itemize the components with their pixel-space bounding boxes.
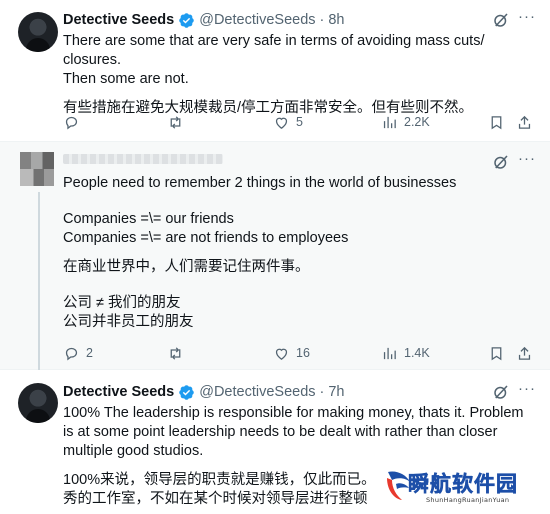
timestamp[interactable]: 7h [328, 384, 344, 400]
grok-icon[interactable] [492, 153, 510, 171]
avatar[interactable] [18, 383, 58, 423]
timestamp[interactable]: 8h [328, 12, 344, 28]
separator-dot: · [319, 12, 325, 28]
retweet-icon [170, 346, 181, 360]
thread-line [38, 192, 40, 370]
tweet-header: Detective Seeds @DetectiveSeeds · 7h [63, 382, 345, 402]
share-button[interactable] [516, 345, 533, 362]
more-options-icon[interactable]: ··· [518, 151, 538, 170]
author-handle[interactable]: @DetectiveSeeds [199, 384, 315, 400]
tweet-paragraph: 100% The leadership is responsible for m… [63, 405, 528, 459]
heart-icon [275, 117, 288, 129]
avatar[interactable] [18, 12, 58, 52]
like-button[interactable]: 16 [273, 345, 310, 362]
watermark-subtitle: ShunHangRuanJianYuan [426, 496, 510, 504]
heart-icon [275, 348, 288, 360]
tweet-paragraph: People need to remember 2 things in the … [63, 175, 457, 191]
verified-badge-icon [179, 384, 194, 400]
reply-button[interactable]: 2 [63, 345, 93, 362]
retweet-button[interactable] [167, 114, 190, 131]
bookmark-icon [491, 346, 502, 360]
reply-count: 2 [86, 346, 93, 360]
more-options-icon[interactable]: ··· [518, 9, 538, 28]
grok-icon[interactable] [492, 11, 510, 29]
tweet-paragraph: 在商业世界中，人们需要记住两件事。 [63, 259, 310, 275]
tweet-1[interactable]: Detective Seeds @DetectiveSeeds · 8h ···… [0, 0, 550, 142]
tweet-header: Detective Seeds @DetectiveSeeds · 8h [63, 10, 345, 30]
action-bar: 5 2.2K [63, 112, 535, 132]
redacted-author [63, 154, 223, 164]
views-chart-icon [383, 347, 396, 359]
share-icon [518, 115, 531, 129]
views-count: 2.2K [404, 115, 430, 129]
watermark-title: 瞬航软件园 [408, 472, 518, 497]
author-name[interactable]: Detective Seeds [63, 384, 174, 400]
tweet-text: People need to remember 2 things in the … [63, 174, 533, 332]
share-button[interactable] [516, 114, 533, 131]
bookmark-icon [491, 115, 502, 129]
views-chart-icon [383, 116, 396, 128]
reply-icon [65, 347, 78, 360]
separator-dot: · [319, 384, 325, 400]
retweet-button[interactable] [167, 345, 190, 362]
like-count: 16 [296, 346, 310, 360]
more-options-icon[interactable]: ··· [518, 381, 538, 400]
tweet-paragraph: There are some that are very safe in ter… [63, 33, 485, 87]
bookmark-button[interactable] [488, 345, 505, 362]
author-name[interactable]: Detective Seeds [63, 12, 174, 28]
views-button[interactable]: 2.2K [381, 114, 430, 131]
tweet-2[interactable]: ··· People need to remember 2 things in … [0, 142, 550, 370]
avatar-blurred[interactable] [20, 152, 54, 186]
retweet-icon [170, 115, 181, 129]
views-button[interactable]: 1.4K [381, 345, 430, 362]
views-count: 1.4K [404, 346, 430, 360]
tweet-paragraph: Companies =\= our friends Companies =\= … [63, 211, 349, 246]
reply-icon [65, 116, 78, 129]
action-bar: 2 16 1.4K [63, 343, 535, 363]
tweet-paragraph: 公司 ≠ 我们的朋友 公司并非员工的朋友 [63, 295, 194, 330]
like-button[interactable]: 5 [273, 114, 303, 131]
author-handle[interactable]: @DetectiveSeeds [199, 12, 315, 28]
reply-button[interactable] [63, 114, 86, 131]
bookmark-button[interactable] [488, 114, 505, 131]
like-count: 5 [296, 115, 303, 129]
grok-icon[interactable] [492, 383, 510, 401]
share-icon [518, 346, 531, 360]
tweet-text: There are some that are very safe in ter… [63, 32, 533, 118]
watermark: 瞬航软件园 ShunHangRuanJianYuan [384, 466, 534, 510]
verified-badge-icon [179, 12, 194, 28]
